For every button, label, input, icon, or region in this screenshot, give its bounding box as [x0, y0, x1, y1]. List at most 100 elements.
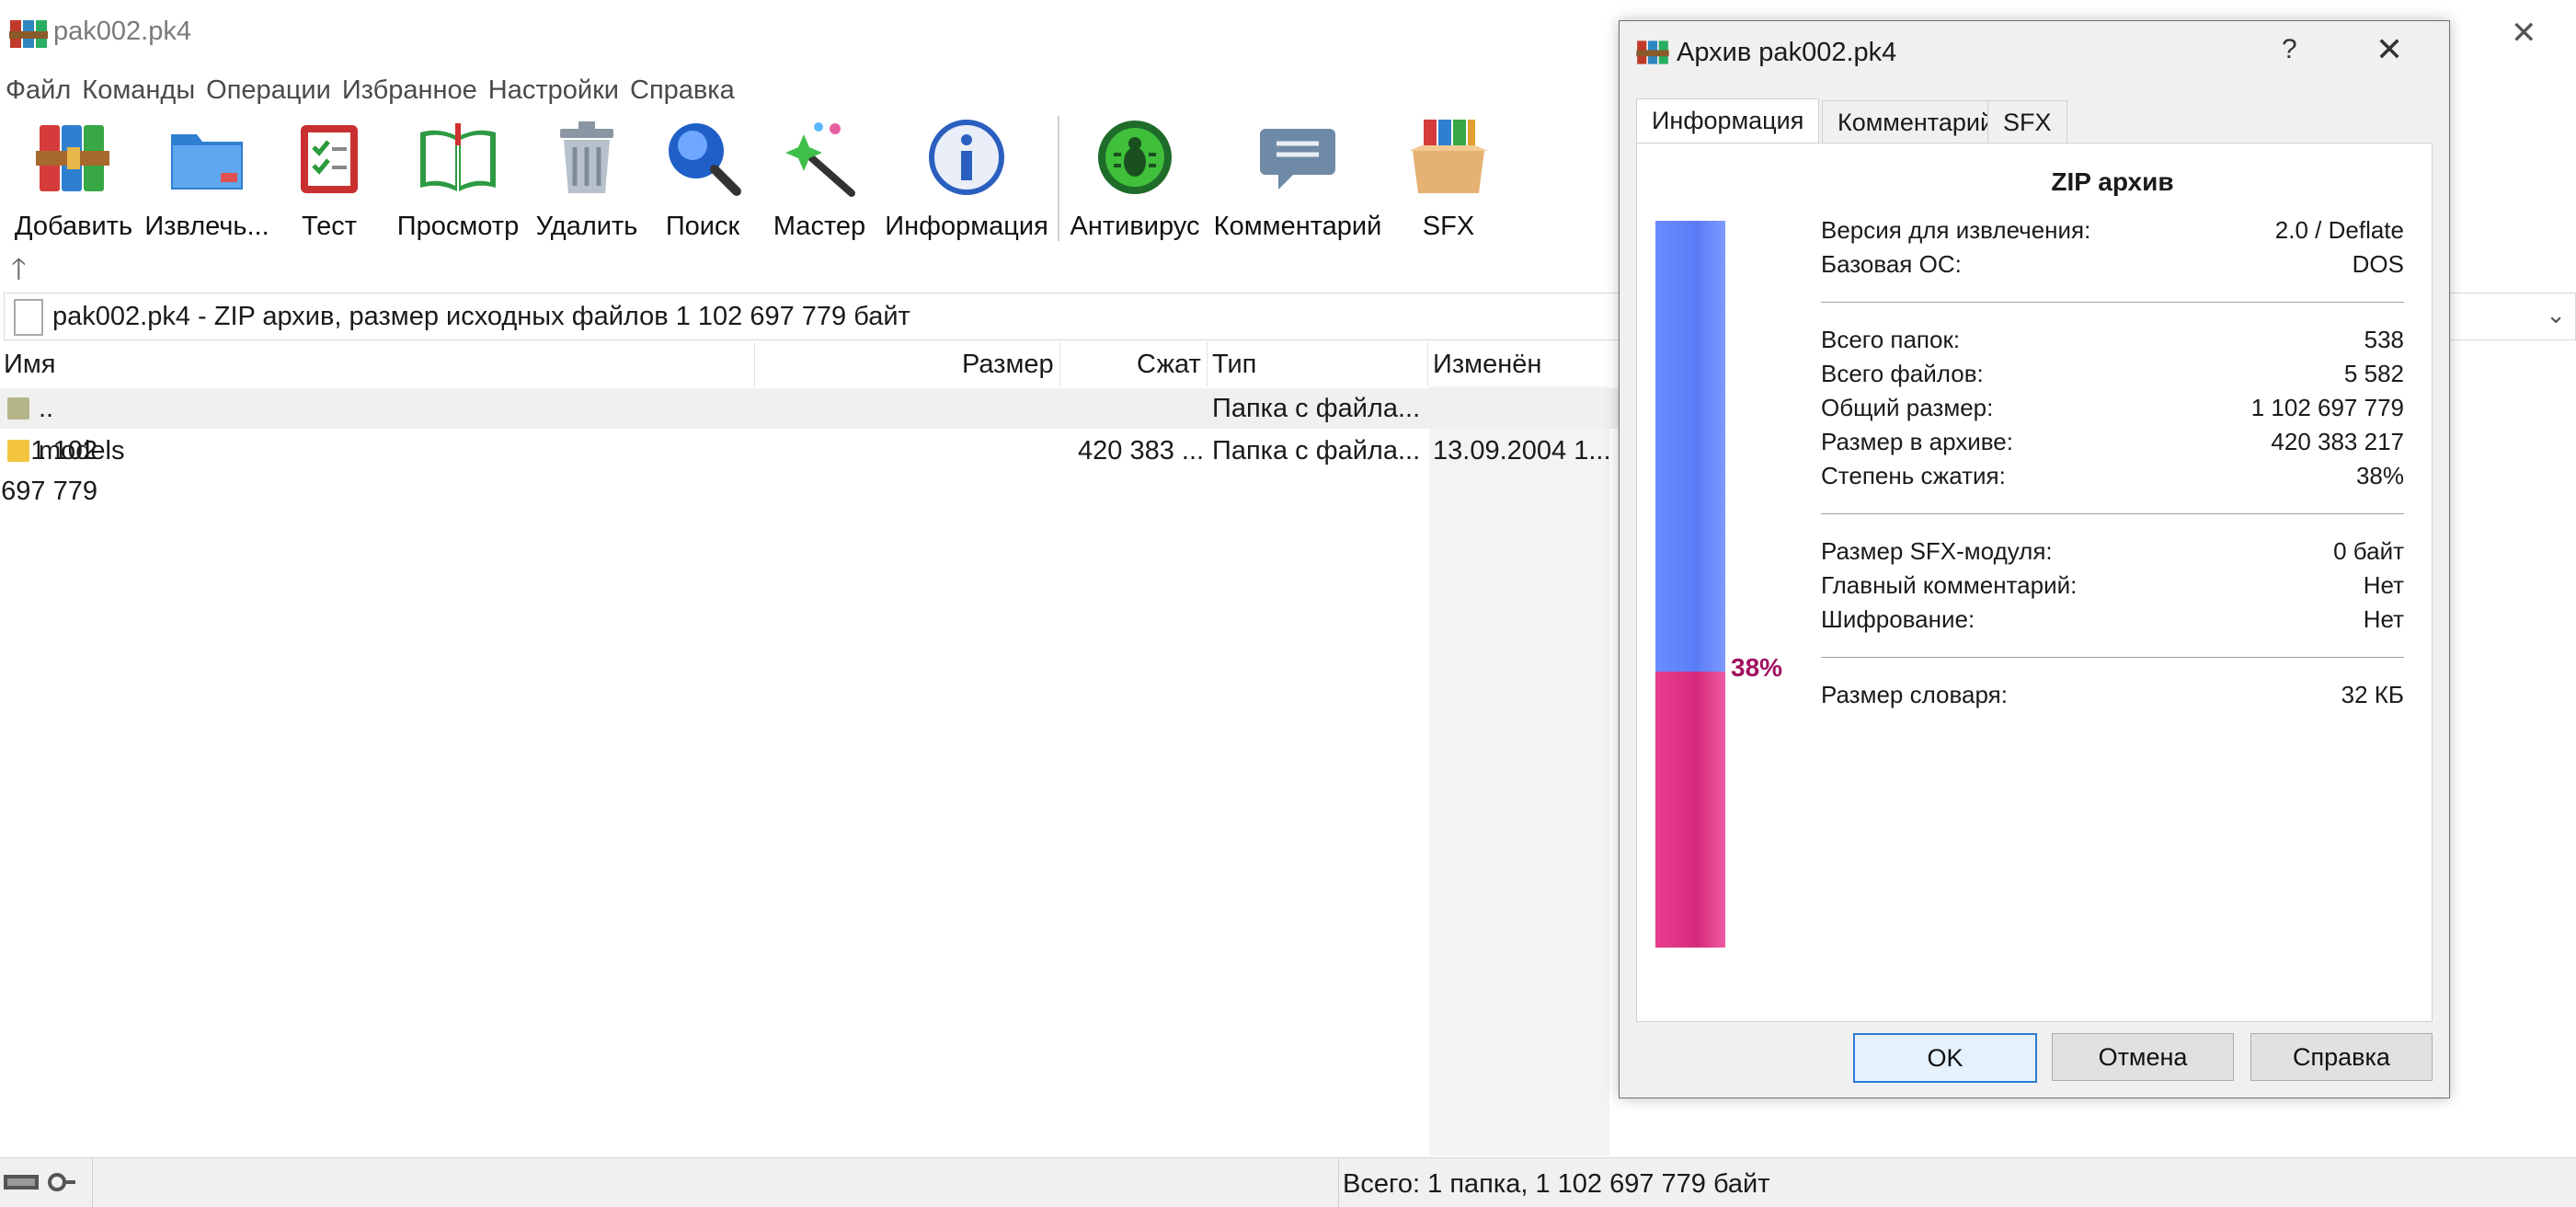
status-divider [92, 1158, 93, 1207]
magnifier-icon [669, 123, 741, 196]
table-row[interactable]: models 1 102 697 779 420 383 ... Папка с… [0, 431, 1619, 506]
prop-value: Нет [2363, 605, 2404, 633]
prop-key: Размер в архиве: [1821, 428, 2013, 455]
ok-button[interactable]: OK [1853, 1033, 2037, 1083]
tab-comment[interactable]: Комментарий [1822, 100, 2010, 144]
antivirus-bug-icon [1098, 121, 1172, 194]
help-icon[interactable]: ? [2282, 34, 2297, 65]
column-modified[interactable]: Изменён [1433, 342, 1541, 386]
status-divider [1338, 1158, 1339, 1207]
wizard-label: Мастер [773, 212, 866, 241]
menu-bar: Файл Команды Операции Избранное Настройк… [0, 70, 740, 110]
chevron-down-icon[interactable]: ⌄ [2546, 301, 2566, 329]
tab-sfx[interactable]: SFX [1987, 100, 2067, 144]
window-close-icon[interactable]: ✕ [2511, 15, 2537, 52]
menu-settings[interactable]: Настройки [483, 70, 624, 110]
prop-value: 2.0 / Deflate [2274, 216, 2404, 244]
address-text: pak002.pk4 - ZIP архив, размер исходных … [52, 302, 910, 331]
menu-favorites[interactable]: Избранное [337, 70, 483, 110]
winrar-app-icon [1636, 40, 1669, 64]
menu-commands[interactable]: Команды [76, 70, 200, 110]
row-size: 1 102 697 779 [1, 436, 97, 506]
row-modified: 13.09.2004 1... [1433, 436, 1611, 466]
add-archive-icon [36, 125, 109, 191]
tab-info[interactable]: Информация [1636, 98, 1820, 144]
comment-label: Комментарий [1213, 212, 1382, 241]
prop-value: 5 582 [2343, 360, 2404, 387]
column-type[interactable]: Тип [1212, 342, 1256, 386]
column-name[interactable]: Имя [4, 342, 56, 386]
prop-value: Нет [2363, 571, 2404, 599]
wizard-button[interactable]: Мастер [769, 116, 870, 242]
extract-folder-icon [171, 134, 243, 190]
dialog-title: Архив pak002.pk4 [1677, 38, 1897, 67]
column-divider[interactable] [1427, 342, 1428, 386]
divider [1821, 513, 2404, 514]
folder-up-icon [7, 397, 29, 420]
up-arrow-icon[interactable]: 🡑 [11, 248, 27, 298]
extract-button[interactable]: Извлечь... [138, 116, 276, 242]
view-book-icon [420, 123, 496, 191]
view-button[interactable]: Просмотр [386, 116, 530, 242]
column-divider[interactable] [1207, 342, 1208, 386]
column-divider[interactable] [754, 342, 755, 386]
toolbar: Добавить Извлечь... Тест Просмотр Удалит… [0, 110, 1619, 247]
column-packed[interactable]: Сжат [1137, 342, 1201, 386]
prop-row: Всего файлов: 5 582 [1821, 357, 2404, 391]
info-icon [929, 120, 1004, 195]
archive-properties: ZIP архив Версия для извлечения: 2.0 / D… [1821, 162, 2404, 712]
sfx-button[interactable]: SFX [1398, 116, 1499, 242]
compression-ratio-bar [1655, 221, 1725, 948]
divider [1821, 302, 2404, 303]
close-icon[interactable]: ✕ [2376, 30, 2403, 69]
prop-row: Общий размер: 1 102 697 779 [1821, 391, 2404, 425]
column-size[interactable]: Размер [962, 342, 1054, 386]
antivirus-button[interactable]: Антивирус [1067, 116, 1203, 242]
menu-file[interactable]: Файл [0, 70, 76, 110]
trash-icon [560, 121, 613, 193]
status-bar: Всего: 1 папка, 1 102 697 779 байт [0, 1157, 2576, 1207]
window-title: pak002.pk4 [53, 17, 191, 46]
add-button[interactable]: Добавить [9, 116, 138, 242]
add-label: Добавить [14, 212, 133, 241]
prop-value: 0 байт [2333, 537, 2404, 565]
toolbar-separator [1058, 116, 1059, 241]
sorted-column-shade [1429, 386, 1609, 1155]
info-panel: 38% ZIP архив Версия для извлечения: 2.0… [1636, 143, 2433, 1022]
prop-key: Всего папок: [1821, 326, 1961, 353]
info-button[interactable]: Информация [883, 116, 1050, 242]
status-text: Всего: 1 папка, 1 102 697 779 байт [1343, 1169, 1770, 1199]
find-button[interactable]: Поиск [655, 116, 750, 242]
prop-row: Степень сжатия: 38% [1821, 459, 2404, 493]
prop-row: Размер в архиве: 420 383 217 [1821, 425, 2404, 459]
sfx-box-icon [1409, 120, 1488, 193]
prop-value: 1 102 697 779 [2250, 394, 2404, 421]
row-packed: 420 383 ... [1078, 436, 1205, 466]
delete-label: Удалить [535, 212, 638, 241]
column-divider[interactable] [1059, 342, 1060, 386]
comment-button[interactable]: Комментарий [1210, 116, 1385, 242]
prop-value: 32 КБ [2341, 681, 2404, 708]
prop-value: 538 [2364, 326, 2404, 353]
prop-key: Степень сжатия: [1821, 462, 2006, 489]
menu-operations[interactable]: Операции [200, 70, 337, 110]
cancel-button[interactable]: Отмена [2052, 1033, 2234, 1081]
table-row[interactable]: .. Папка с файла... [0, 388, 1619, 429]
saved-space-segment [1655, 221, 1725, 672]
prop-row: Главный комментарий: Нет [1821, 569, 2404, 603]
menu-help[interactable]: Справка [624, 70, 740, 110]
divider [1821, 657, 2404, 658]
prop-row: Базовая ОС: DOS [1821, 247, 2404, 282]
delete-button[interactable]: Удалить [532, 116, 642, 242]
test-clipboard-icon [301, 125, 358, 193]
prop-row: Размер SFX-модуля: 0 байт [1821, 535, 2404, 569]
archive-file-icon [14, 299, 43, 336]
prop-key: Размер словаря: [1821, 681, 2008, 708]
prop-value: DOS [2352, 250, 2404, 278]
row-type: Папка с файла... [1212, 436, 1421, 466]
prop-value: 38% [2355, 462, 2404, 489]
view-label: Просмотр [396, 212, 520, 241]
test-button[interactable]: Тест [283, 116, 375, 242]
help-button[interactable]: Справка [2250, 1033, 2433, 1081]
prop-row: Версия для извлечения: 2.0 / Deflate [1821, 213, 2404, 247]
